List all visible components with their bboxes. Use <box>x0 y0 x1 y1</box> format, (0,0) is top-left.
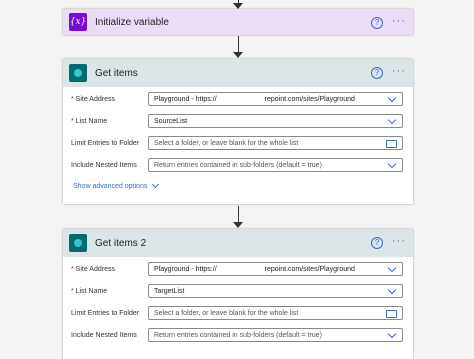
field-label: * List Name <box>71 287 108 295</box>
card-header[interactable]: Get items 2 ? ··· <box>63 229 413 257</box>
site-address-dropdown[interactable]: Playground - https://repoint.com/sites/P… <box>148 262 403 276</box>
nested-items-row: Include Nested Items Return entries cont… <box>63 154 413 176</box>
site-address-row: * Site Address Playground - https://repo… <box>63 258 413 280</box>
folder-input[interactable]: Select a folder, or leave blank for the … <box>148 306 403 320</box>
nested-items-dropdown[interactable]: Return entries contained in sub-folders … <box>148 158 403 172</box>
field-label: * List Name <box>71 117 108 125</box>
field-label: Include Nested Items <box>71 331 137 339</box>
chevron-down-icon[interactable] <box>387 115 397 125</box>
field-label: Limit Entries to Folder <box>71 139 140 147</box>
card-header[interactable]: Get items ? ··· <box>63 59 413 87</box>
field-label: * Site Address <box>71 95 115 103</box>
nested-items-row: Include Nested Items Return entries cont… <box>63 324 413 346</box>
folder-icon[interactable] <box>386 140 397 148</box>
chevron-down-icon[interactable] <box>387 263 397 273</box>
list-name-dropdown[interactable]: TargetList <box>148 284 403 298</box>
nested-items-dropdown[interactable]: Return entries contained in sub-folders … <box>148 328 403 342</box>
folder-icon[interactable] <box>386 310 397 318</box>
connector-line-2 <box>238 206 239 223</box>
chevron-down-icon[interactable] <box>387 159 397 169</box>
variable-icon: {x} <box>69 13 87 31</box>
card-title: Get items 2 <box>95 237 147 249</box>
list-name-row: * List Name TargetList <box>63 280 413 302</box>
more-options-icon[interactable]: ··· <box>392 15 406 27</box>
limit-folder-row: Limit Entries to Folder Select a folder,… <box>63 132 413 154</box>
list-name-row: * List Name SourceList <box>63 110 413 132</box>
field-label: Limit Entries to Folder <box>71 309 140 317</box>
folder-input[interactable]: Select a folder, or leave blank for the … <box>148 136 403 150</box>
initialize-variable-card[interactable]: {x} Initialize variable ? ··· <box>63 9 413 35</box>
card-header[interactable]: {x} Initialize variable ? ··· <box>63 9 413 35</box>
card-title: Get items <box>95 67 138 79</box>
get-items-2-card: Get items 2 ? ··· * Site Address Playgro… <box>63 229 413 359</box>
get-items-card: Get items ? ··· * Site Address Playgroun… <box>63 59 413 204</box>
sharepoint-icon <box>69 64 87 82</box>
field-label: Include Nested Items <box>71 161 137 169</box>
help-icon[interactable]: ? <box>371 237 383 249</box>
site-address-dropdown[interactable]: Playground - https://repoint.com/sites/P… <box>148 92 403 106</box>
field-label: * Site Address <box>71 265 115 273</box>
chevron-down-icon[interactable] <box>387 329 397 339</box>
limit-folder-row: Limit Entries to Folder Select a folder,… <box>63 302 413 324</box>
chevron-down-icon[interactable] <box>387 285 397 295</box>
chevron-down-icon[interactable] <box>387 93 397 103</box>
more-options-icon[interactable]: ··· <box>392 65 406 77</box>
more-options-icon[interactable]: ··· <box>392 235 406 247</box>
connector-arrow-1 <box>233 52 243 58</box>
card-title: Initialize variable <box>95 16 169 28</box>
connector-line-1 <box>238 36 239 53</box>
help-icon[interactable]: ? <box>371 17 383 29</box>
help-icon[interactable]: ? <box>371 67 383 79</box>
site-address-row: * Site Address Playground - https://repo… <box>63 88 413 110</box>
show-advanced-options-link[interactable]: Show advanced options <box>73 178 413 194</box>
chevron-down-icon <box>152 180 160 189</box>
list-name-dropdown[interactable]: SourceList <box>148 114 403 128</box>
connector-arrow-2 <box>233 222 243 228</box>
sharepoint-icon <box>69 234 87 252</box>
